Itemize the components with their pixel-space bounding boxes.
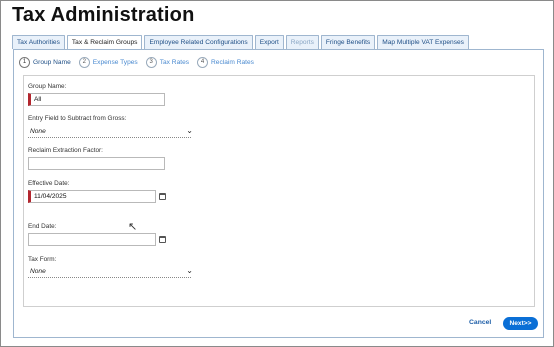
step-group-name[interactable]: 1 Group Name — [19, 56, 71, 68]
tab-map-multiple-vat-expenses[interactable]: Map Multiple VAT Expenses — [377, 35, 469, 49]
tab-employee-related-configurations[interactable]: Employee Related Configurations — [144, 35, 253, 49]
chevron-down-icon: ⌄ — [186, 126, 193, 135]
group-form: Group Name: All Entry Field to Subtract … — [23, 75, 535, 307]
next-button[interactable]: Next>> — [503, 317, 538, 330]
calendar-icon[interactable] — [159, 236, 166, 243]
reclaim-factor-input[interactable] — [28, 157, 165, 170]
entry-field-select[interactable]: None ⌄ — [28, 126, 193, 138]
tax-form-label: Tax Form: — [28, 256, 57, 263]
cancel-button[interactable]: Cancel — [469, 319, 491, 326]
entry-field-value: None — [30, 128, 46, 135]
step-label: Reclaim Rates — [211, 58, 254, 66]
page-title: Tax Administration — [12, 4, 195, 26]
mouse-pointer-icon: ↖ — [128, 221, 138, 233]
end-date-label: End Date: — [28, 223, 57, 230]
tab-tax-authorities[interactable]: Tax Authorities — [12, 35, 65, 49]
step-number: 2 — [78, 56, 90, 68]
tax-form-select[interactable]: None ⌄ — [28, 266, 193, 278]
step-number: 4 — [197, 56, 209, 68]
reclaim-factor-label: Reclaim Extraction Factor: — [28, 147, 103, 154]
wizard-steps: 1 Group Name 2 Expense Types 3 Tax Rates… — [19, 56, 262, 68]
step-label: Expense Types — [92, 58, 138, 66]
tab-panel: 1 Group Name 2 Expense Types 3 Tax Rates… — [13, 49, 544, 338]
step-label: Tax Rates — [159, 58, 190, 66]
entry-field-label: Entry Field to Subtract from Gross: — [28, 115, 127, 122]
chevron-down-icon: ⌄ — [186, 266, 193, 275]
tab-tax-reclaim-groups[interactable]: Tax & Reclaim Groups — [66, 35, 143, 50]
effective-date-label: Effective Date: — [28, 180, 70, 187]
group-name-input[interactable]: All — [28, 93, 165, 106]
step-expense-types[interactable]: 2 Expense Types — [78, 56, 138, 68]
end-date-input[interactable] — [28, 233, 156, 246]
tab-bar: Tax Authorities Tax & Reclaim Groups Emp… — [12, 35, 471, 50]
tax-form-value: None — [30, 268, 46, 275]
step-label: Group Name — [33, 58, 71, 66]
calendar-icon[interactable] — [159, 193, 166, 200]
tab-fringe-benefits[interactable]: Fringe Benefits — [320, 35, 376, 49]
tab-export[interactable]: Export — [254, 35, 284, 49]
step-number: 1 — [19, 56, 30, 68]
step-tax-rates[interactable]: 3 Tax Rates — [145, 56, 190, 68]
effective-date-input[interactable]: 11/04/2025 — [28, 190, 156, 203]
step-reclaim-rates[interactable]: 4 Reclaim Rates — [197, 56, 254, 68]
step-number: 3 — [145, 56, 157, 68]
group-name-label: Group Name: — [28, 83, 67, 90]
tab-reports: Reports — [285, 35, 319, 49]
